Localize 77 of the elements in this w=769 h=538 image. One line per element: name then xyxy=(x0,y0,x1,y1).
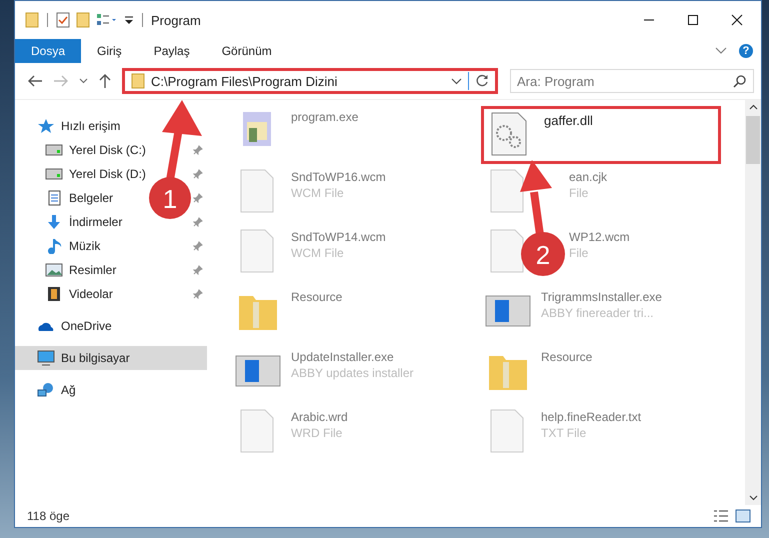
maximize-icon[interactable] xyxy=(687,14,699,26)
sidebar-item[interactable]: Hızlı erişim xyxy=(15,114,207,138)
sidebar-item[interactable]: Videolar xyxy=(45,286,113,302)
search-field[interactable]: Ara: Program xyxy=(510,69,754,93)
scroll-up-icon[interactable] xyxy=(748,104,758,110)
window-title: Program xyxy=(151,12,201,28)
sidebar-item[interactable]: Müzik xyxy=(45,238,100,254)
recent-chevron-icon[interactable] xyxy=(79,78,88,84)
file-name[interactable]: gaffer.dll xyxy=(544,113,593,128)
file-name[interactable]: ean.cjk xyxy=(569,170,608,184)
folder-icon xyxy=(131,73,145,89)
scroll-thumb[interactable] xyxy=(746,116,760,164)
scrollbar[interactable] xyxy=(745,100,761,505)
file-name[interactable]: Arabic.wrd xyxy=(291,410,348,424)
file-type: WRD File xyxy=(291,426,344,440)
pin-icon[interactable] xyxy=(193,289,203,299)
search-icon xyxy=(733,75,746,88)
item-count: 118 öge xyxy=(27,509,70,523)
step-badge: 2 xyxy=(521,232,565,276)
ribbon-tab[interactable]: Dosya xyxy=(15,39,82,63)
music-note-icon xyxy=(45,238,63,254)
up-arrow-icon[interactable] xyxy=(98,73,112,89)
file-type: WCM File xyxy=(291,246,345,260)
scroll-down-icon[interactable] xyxy=(748,495,758,501)
file-type: ABBY updates installer xyxy=(291,366,414,380)
file-name[interactable]: SndToWP14.wcm xyxy=(291,230,386,244)
customize-toolbar-icon[interactable] xyxy=(124,14,134,26)
pin-icon[interactable] xyxy=(193,193,203,203)
dropdown-chevron-icon[interactable] xyxy=(451,78,462,84)
drive-icon xyxy=(45,142,63,158)
back-arrow-icon[interactable] xyxy=(27,74,43,88)
file-name[interactable]: help.fineReader.txt xyxy=(541,410,642,424)
step-badge: 1 xyxy=(149,177,191,219)
sidebar-item[interactable]: Yerel Disk (D:) xyxy=(45,166,146,182)
ribbon-tab[interactable]: Paylaş xyxy=(138,39,206,63)
file-type: File xyxy=(569,246,590,260)
sidebar-item[interactable]: OneDrive xyxy=(15,314,207,338)
ribbon-tab[interactable]: Görünüm xyxy=(206,39,288,63)
help-button[interactable]: ? xyxy=(739,44,753,58)
file-name[interactable]: TrigrammsInstaller.exe xyxy=(541,290,662,304)
pin-icon[interactable] xyxy=(193,145,203,155)
view-list-icon[interactable] xyxy=(96,13,118,27)
expand-ribbon-icon[interactable] xyxy=(715,47,727,55)
file-name[interactable]: SndToWP16.wcm xyxy=(291,170,386,184)
pin-icon[interactable] xyxy=(193,217,203,227)
pin-icon[interactable] xyxy=(193,265,203,275)
pin-icon[interactable] xyxy=(193,241,203,251)
file-name[interactable]: Resource xyxy=(541,350,592,364)
sidebar-item[interactable]: İndirmeler xyxy=(45,214,122,230)
details-view-icon[interactable] xyxy=(713,509,729,523)
film-icon xyxy=(45,286,63,302)
file-type: WCM File xyxy=(291,186,345,200)
file-type: TXT File xyxy=(541,426,588,440)
sidebar-item[interactable]: Bu bilgisayar xyxy=(15,346,207,370)
star-icon xyxy=(37,118,55,134)
sidebar-item[interactable]: Belgeler xyxy=(45,190,114,206)
picture-icon xyxy=(45,262,63,278)
sidebar-item[interactable]: Resimler xyxy=(45,262,116,278)
network-icon xyxy=(37,382,55,398)
file-type: File xyxy=(569,186,590,200)
drive-icon xyxy=(45,166,63,182)
refresh-icon[interactable] xyxy=(475,74,489,88)
monitor-icon xyxy=(37,350,55,366)
pin-icon[interactable] xyxy=(193,169,203,179)
properties-icon[interactable] xyxy=(56,12,70,28)
file-name[interactable]: UpdateInstaller.exe xyxy=(291,350,414,364)
close-icon[interactable] xyxy=(731,14,743,26)
file-name[interactable]: program.exe xyxy=(291,110,358,124)
sidebar-item[interactable]: Ağ xyxy=(15,378,207,402)
file-name[interactable]: WP12.wcm xyxy=(569,230,630,244)
file-name[interactable]: Resource xyxy=(291,290,342,304)
large-icons-view-icon[interactable] xyxy=(735,509,751,523)
download-arrow-icon xyxy=(45,214,63,230)
sidebar-item[interactable]: Yerel Disk (C:) xyxy=(45,142,146,158)
address-field[interactable]: C:\Program Files\Program Dizini xyxy=(122,68,498,94)
ribbon-tab[interactable]: Giriş xyxy=(81,39,138,63)
file-type: ABBY finereader tri... xyxy=(541,306,654,320)
